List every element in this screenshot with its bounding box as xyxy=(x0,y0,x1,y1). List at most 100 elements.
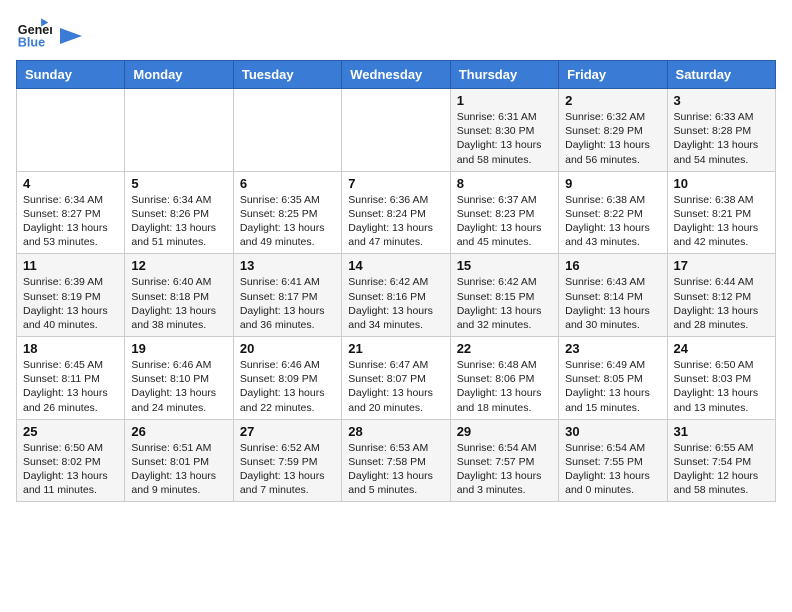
day-info: Sunrise: 6:38 AM Sunset: 8:22 PM Dayligh… xyxy=(565,193,660,250)
header: General Blue xyxy=(16,16,776,52)
weekday-header-monday: Monday xyxy=(125,61,233,89)
day-number: 28 xyxy=(348,424,443,439)
day-number: 29 xyxy=(457,424,552,439)
day-number: 8 xyxy=(457,176,552,191)
day-info: Sunrise: 6:50 AM Sunset: 8:02 PM Dayligh… xyxy=(23,441,118,498)
calendar-header-row: SundayMondayTuesdayWednesdayThursdayFrid… xyxy=(17,61,776,89)
day-info: Sunrise: 6:52 AM Sunset: 7:59 PM Dayligh… xyxy=(240,441,335,498)
calendar-cell: 9Sunrise: 6:38 AM Sunset: 8:22 PM Daylig… xyxy=(559,171,667,254)
day-info: Sunrise: 6:53 AM Sunset: 7:58 PM Dayligh… xyxy=(348,441,443,498)
day-info: Sunrise: 6:38 AM Sunset: 8:21 PM Dayligh… xyxy=(674,193,769,250)
svg-text:Blue: Blue xyxy=(18,36,45,50)
day-info: Sunrise: 6:42 AM Sunset: 8:16 PM Dayligh… xyxy=(348,275,443,332)
day-info: Sunrise: 6:34 AM Sunset: 8:27 PM Dayligh… xyxy=(23,193,118,250)
day-info: Sunrise: 6:32 AM Sunset: 8:29 PM Dayligh… xyxy=(565,110,660,167)
calendar-cell: 19 Sunrise: 6:46 AM Sunset: 8:10 PM Dayli… xyxy=(125,337,233,420)
day-info: Sunrise: 6:43 AM Sunset: 8:14 PM Dayligh… xyxy=(565,275,660,332)
day-info: Sunrise: 6:34 AM Sunset: 8:26 PM Dayligh… xyxy=(131,193,226,250)
calendar-cell: 26Sunrise: 6:51 AM Sunset: 8:01 PM Dayli… xyxy=(125,419,233,502)
day-number: 21 xyxy=(348,341,443,356)
day-number: 1 xyxy=(457,93,552,108)
calendar-cell: 4Sunrise: 6:34 AM Sunset: 8:27 PM Daylig… xyxy=(17,171,125,254)
weekday-header-thursday: Thursday xyxy=(450,61,558,89)
calendar-week-3: 11 Sunrise: 6:39 AM Sunset: 8:19 PM Dayli… xyxy=(17,254,776,337)
day-info: Sunrise: 6:31 AM Sunset: 8:30 PM Dayligh… xyxy=(457,110,552,167)
day-info: Sunrise: 6:46 AM Sunset: 8:10 PM Dayligh… xyxy=(131,358,226,415)
weekday-header-tuesday: Tuesday xyxy=(233,61,341,89)
calendar-cell xyxy=(125,89,233,172)
day-number: 19 xyxy=(131,341,226,356)
calendar-cell: 7 Sunrise: 6:36 AM Sunset: 8:24 PM Daylig… xyxy=(342,171,450,254)
calendar-cell: 8Sunrise: 6:37 AM Sunset: 8:23 PM Daylig… xyxy=(450,171,558,254)
calendar-week-2: 4Sunrise: 6:34 AM Sunset: 8:27 PM Daylig… xyxy=(17,171,776,254)
day-info: Sunrise: 6:45 AM Sunset: 8:11 PM Dayligh… xyxy=(23,358,118,415)
weekday-header-friday: Friday xyxy=(559,61,667,89)
day-info: Sunrise: 6:36 AM Sunset: 8:24 PM Dayligh… xyxy=(348,193,443,250)
day-number: 10 xyxy=(674,176,769,191)
day-number: 20 xyxy=(240,341,335,356)
calendar-cell: 31 Sunrise: 6:55 AM Sunset: 7:54 PM Dayli… xyxy=(667,419,775,502)
day-number: 27 xyxy=(240,424,335,439)
calendar-cell: 25Sunrise: 6:50 AM Sunset: 8:02 PM Dayli… xyxy=(17,419,125,502)
calendar-cell: 22 Sunrise: 6:48 AM Sunset: 8:06 PM Dayli… xyxy=(450,337,558,420)
day-info: Sunrise: 6:39 AM Sunset: 8:19 PM Dayligh… xyxy=(23,275,118,332)
day-number: 22 xyxy=(457,341,552,356)
logo-arrow-icon xyxy=(60,28,82,44)
calendar-week-5: 25Sunrise: 6:50 AM Sunset: 8:02 PM Dayli… xyxy=(17,419,776,502)
day-info: Sunrise: 6:46 AM Sunset: 8:09 PM Dayligh… xyxy=(240,358,335,415)
calendar-week-4: 18 Sunrise: 6:45 AM Sunset: 8:11 PM Dayli… xyxy=(17,337,776,420)
day-number: 26 xyxy=(131,424,226,439)
calendar-cell: 23 Sunrise: 6:49 AM Sunset: 8:05 PM Dayli… xyxy=(559,337,667,420)
day-info: Sunrise: 6:49 AM Sunset: 8:05 PM Dayligh… xyxy=(565,358,660,415)
calendar-cell: 12Sunrise: 6:40 AM Sunset: 8:18 PM Dayli… xyxy=(125,254,233,337)
calendar-cell: 24 Sunrise: 6:50 AM Sunset: 8:03 PM Dayli… xyxy=(667,337,775,420)
weekday-header-saturday: Saturday xyxy=(667,61,775,89)
day-info: Sunrise: 6:41 AM Sunset: 8:17 PM Dayligh… xyxy=(240,275,335,332)
calendar-cell: 5 Sunrise: 6:34 AM Sunset: 8:26 PM Daylig… xyxy=(125,171,233,254)
calendar-cell xyxy=(342,89,450,172)
calendar-cell: 11 Sunrise: 6:39 AM Sunset: 8:19 PM Dayli… xyxy=(17,254,125,337)
day-number: 18 xyxy=(23,341,118,356)
calendar-cell: 3 Sunrise: 6:33 AM Sunset: 8:28 PM Daylig… xyxy=(667,89,775,172)
day-info: Sunrise: 6:54 AM Sunset: 7:55 PM Dayligh… xyxy=(565,441,660,498)
calendar-cell: 2 Sunrise: 6:32 AM Sunset: 8:29 PM Daylig… xyxy=(559,89,667,172)
day-info: Sunrise: 6:33 AM Sunset: 8:28 PM Dayligh… xyxy=(674,110,769,167)
day-number: 3 xyxy=(674,93,769,108)
day-number: 14 xyxy=(348,258,443,273)
day-number: 30 xyxy=(565,424,660,439)
day-info: Sunrise: 6:48 AM Sunset: 8:06 PM Dayligh… xyxy=(457,358,552,415)
calendar-cell: 28 Sunrise: 6:53 AM Sunset: 7:58 PM Dayli… xyxy=(342,419,450,502)
day-number: 13 xyxy=(240,258,335,273)
day-info: Sunrise: 6:47 AM Sunset: 8:07 PM Dayligh… xyxy=(348,358,443,415)
day-info: Sunrise: 6:42 AM Sunset: 8:15 PM Dayligh… xyxy=(457,275,552,332)
day-number: 24 xyxy=(674,341,769,356)
day-info: Sunrise: 6:50 AM Sunset: 8:03 PM Dayligh… xyxy=(674,358,769,415)
calendar-cell: 17 Sunrise: 6:44 AM Sunset: 8:12 PM Dayli… xyxy=(667,254,775,337)
weekday-header-sunday: Sunday xyxy=(17,61,125,89)
day-number: 31 xyxy=(674,424,769,439)
calendar-cell: 30 Sunrise: 6:54 AM Sunset: 7:55 PM Dayli… xyxy=(559,419,667,502)
calendar-cell: 10 Sunrise: 6:38 AM Sunset: 8:21 PM Dayli… xyxy=(667,171,775,254)
day-info: Sunrise: 6:44 AM Sunset: 8:12 PM Dayligh… xyxy=(674,275,769,332)
day-number: 2 xyxy=(565,93,660,108)
calendar-cell: 20 Sunrise: 6:46 AM Sunset: 8:09 PM Dayli… xyxy=(233,337,341,420)
day-number: 23 xyxy=(565,341,660,356)
calendar-cell: 18 Sunrise: 6:45 AM Sunset: 8:11 PM Dayli… xyxy=(17,337,125,420)
calendar-cell: 27 Sunrise: 6:52 AM Sunset: 7:59 PM Dayli… xyxy=(233,419,341,502)
calendar-cell: 16 Sunrise: 6:43 AM Sunset: 8:14 PM Dayli… xyxy=(559,254,667,337)
calendar-cell: 1 Sunrise: 6:31 AM Sunset: 8:30 PM Daylig… xyxy=(450,89,558,172)
calendar-cell: 6Sunrise: 6:35 AM Sunset: 8:25 PM Daylig… xyxy=(233,171,341,254)
day-number: 11 xyxy=(23,258,118,273)
calendar-cell: 15 Sunrise: 6:42 AM Sunset: 8:15 PM Dayli… xyxy=(450,254,558,337)
day-number: 16 xyxy=(565,258,660,273)
calendar-cell xyxy=(233,89,341,172)
day-number: 15 xyxy=(457,258,552,273)
calendar-cell: 21 Sunrise: 6:47 AM Sunset: 8:07 PM Dayli… xyxy=(342,337,450,420)
weekday-header-wednesday: Wednesday xyxy=(342,61,450,89)
day-number: 7 xyxy=(348,176,443,191)
calendar-cell: 29Sunrise: 6:54 AM Sunset: 7:57 PM Dayli… xyxy=(450,419,558,502)
calendar-cell: 14 Sunrise: 6:42 AM Sunset: 8:16 PM Dayli… xyxy=(342,254,450,337)
day-number: 17 xyxy=(674,258,769,273)
day-info: Sunrise: 6:55 AM Sunset: 7:54 PM Dayligh… xyxy=(674,441,769,498)
day-number: 5 xyxy=(131,176,226,191)
